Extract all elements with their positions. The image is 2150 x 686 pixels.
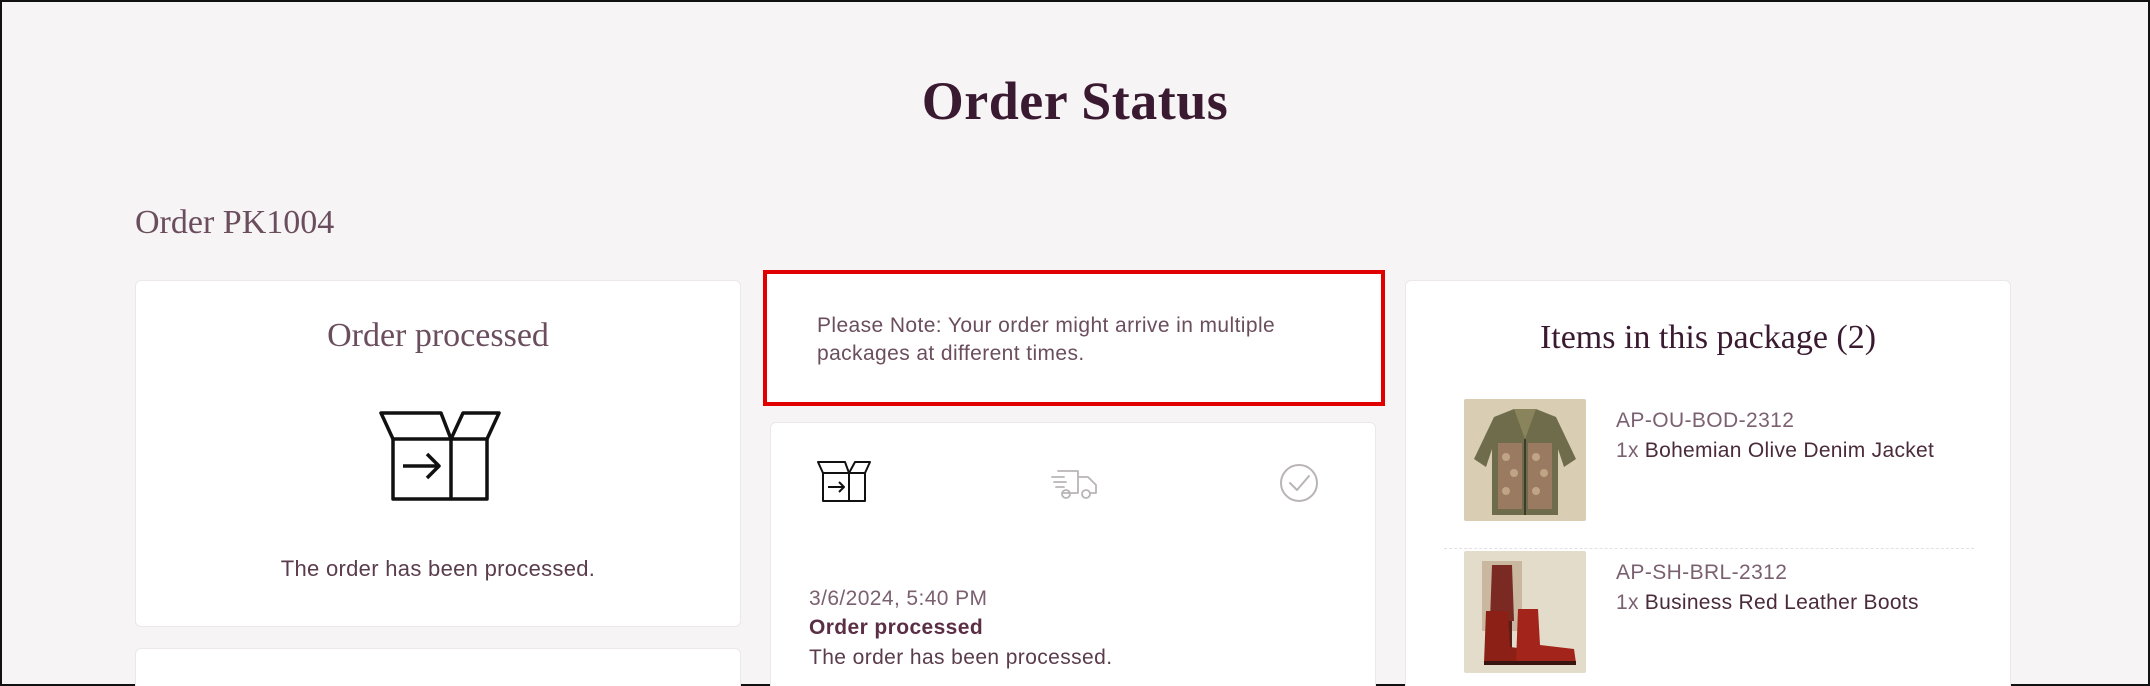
item-description: 1x Bohemian Olive Denim Jacket — [1616, 439, 1934, 463]
box-arrow-icon — [817, 461, 871, 502]
item-quantity: 1x — [1616, 591, 1639, 614]
status-heading: Order processed — [327, 317, 549, 354]
secondary-card — [135, 648, 741, 686]
check-circle-icon — [1280, 464, 1318, 502]
open-box-arrow-icon — [379, 411, 501, 501]
package-item[interactable]: AP-SH-BRL-2312 1x Business Red Leather Bo… — [1444, 551, 1974, 686]
package-item[interactable]: AP-OU-BOD-2312 1x Bohemian Olive Denim Ja… — [1444, 399, 1974, 549]
timeline-status: Order processed — [809, 616, 984, 639]
page-title: Order Status — [921, 71, 1229, 131]
item-description: 1x Business Red Leather Boots — [1616, 591, 1919, 615]
item-image-jacket[interactable] — [1464, 399, 1586, 521]
timeline-date: 3/6/2024, 5:40 PM — [809, 587, 988, 610]
item-name[interactable]: Bohemian Olive Denim Jacket — [1645, 439, 1934, 462]
order-status-card: Order processed The order has been proce… — [135, 280, 741, 627]
multi-package-note: Please Note: Your order might arrive in … — [763, 270, 1385, 406]
package-heading: Items in this package (2) — [1539, 319, 1877, 356]
item-name[interactable]: Business Red Leather Boots — [1645, 591, 1919, 614]
timeline-description: The order has been processed. — [809, 646, 1113, 669]
item-quantity: 1x — [1616, 439, 1639, 462]
tracking-card: 3/6/2024, 5:40 PM Order processed The or… — [770, 422, 1376, 686]
note-text: Please Note: Your order might arrive in … — [817, 314, 1276, 365]
package-items-card: Items in this package (2) AP-OU-BOD-2312… — [1405, 280, 2011, 686]
item-image-boots[interactable] — [1464, 551, 1586, 673]
status-description: The order has been processed. — [280, 556, 596, 581]
order-number: Order PK1004 — [135, 204, 335, 241]
item-sku: AP-SH-BRL-2312 — [1616, 561, 1788, 584]
delivery-truck-icon — [1051, 470, 1097, 499]
item-sku: AP-OU-BOD-2312 — [1616, 409, 1795, 432]
